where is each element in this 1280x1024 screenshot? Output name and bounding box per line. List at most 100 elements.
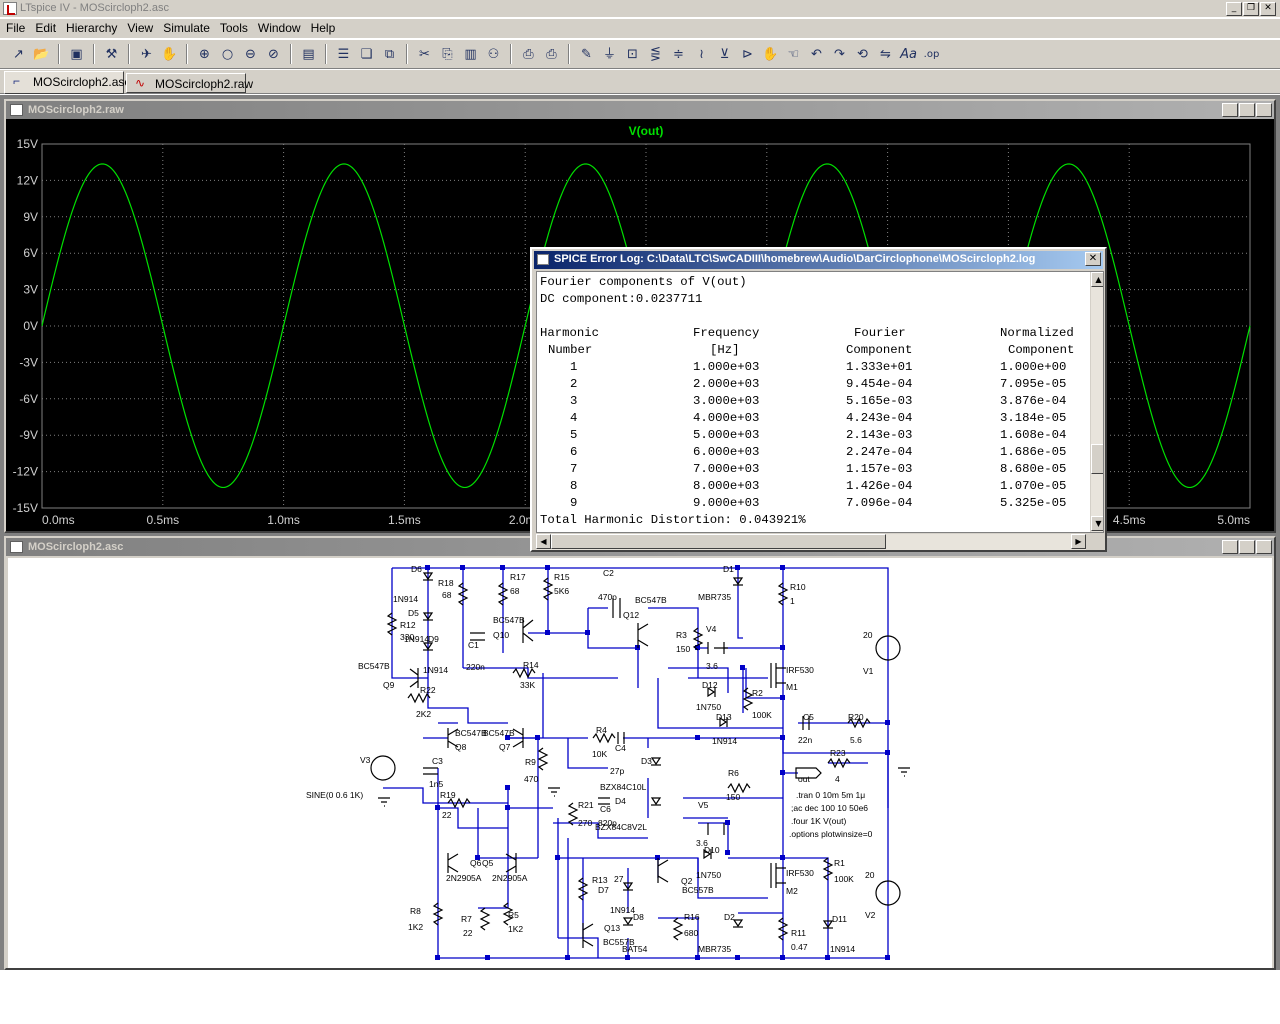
- schematic-label[interactable]: D7: [598, 885, 609, 895]
- schematic-label[interactable]: IRF530: [786, 868, 814, 878]
- menu-view[interactable]: View: [123, 19, 159, 38]
- schematic-label[interactable]: MBR735: [698, 592, 731, 602]
- save-icon[interactable]: ▣: [66, 44, 87, 65]
- menu-tools[interactable]: Tools: [216, 19, 254, 38]
- draw-wire-icon[interactable]: ✎: [576, 44, 597, 65]
- redo-icon[interactable]: ↷: [829, 44, 850, 65]
- schematic-window[interactable]: MOScircloph2.asc _ ❐ ✕ D6 R18 68 R17 68 …: [4, 536, 1276, 970]
- schematic-label[interactable]: R22: [420, 685, 436, 695]
- schematic-label[interactable]: 1N750: [696, 870, 721, 880]
- schematic-label[interactable]: V1: [863, 666, 874, 676]
- schematic-label[interactable]: R20: [848, 712, 864, 722]
- schematic-minimize-button[interactable]: _: [1222, 540, 1238, 554]
- schematic-label[interactable]: D6: [411, 564, 422, 574]
- schematic-label[interactable]: R17: [510, 572, 526, 582]
- schematic-label[interactable]: BC547B: [493, 615, 525, 625]
- schematic-label[interactable]: ;ac dec 100 10 50e6: [791, 803, 868, 813]
- minimize-button[interactable]: _: [1226, 2, 1242, 16]
- schematic-label[interactable]: 680: [684, 928, 698, 938]
- schematic-label[interactable]: R9: [525, 757, 536, 767]
- schematic-label[interactable]: V2: [865, 910, 876, 920]
- schematic-label[interactable]: R4: [596, 725, 607, 735]
- schematic-label[interactable]: 2K2: [416, 709, 431, 719]
- schematic-label[interactable]: 1N750: [696, 702, 721, 712]
- vertical-scroll-thumb[interactable]: [1091, 444, 1103, 474]
- schematic-wires[interactable]: [383, 567, 889, 959]
- schematic-label[interactable]: Q6: [470, 858, 482, 868]
- schematic-label[interactable]: C1: [468, 640, 479, 650]
- cut-icon[interactable]: ✂: [414, 44, 435, 65]
- schematic-label[interactable]: MBR735: [698, 944, 731, 954]
- schematic-label[interactable]: R7: [461, 914, 472, 924]
- schematic-label[interactable]: 10K: [592, 749, 607, 759]
- schematic-label[interactable]: BZX84C8V2L: [595, 822, 647, 832]
- schematic-label[interactable]: 470: [524, 774, 538, 784]
- schematic-label[interactable]: 22: [463, 928, 473, 938]
- inductor-icon[interactable]: ≀: [691, 44, 712, 65]
- schematic-label[interactable]: D11: [832, 914, 847, 924]
- move-icon[interactable]: ✋: [760, 44, 781, 65]
- schematic-label[interactable]: 100K: [752, 710, 772, 720]
- schematic-canvas[interactable]: D6 R18 68 R17 68 R15 5K6 C2 470p Q12 BC547B D1 MBR73…: [8, 558, 1272, 968]
- schematic-label[interactable]: 20: [863, 630, 873, 640]
- scroll-up-arrow-icon[interactable]: ▲: [1091, 272, 1103, 287]
- schematic-label[interactable]: V5: [698, 800, 709, 810]
- app-title-bar[interactable]: LTspice IV - MOScircloph2.asc _ ❐ ✕: [0, 0, 1280, 18]
- trace-label-vout[interactable]: V(out): [629, 124, 664, 138]
- print-setup-icon[interactable]: ⎙: [518, 44, 539, 65]
- schematic-label[interactable]: R11: [791, 928, 806, 938]
- schematic-label[interactable]: D4: [615, 796, 626, 806]
- schematic-label[interactable]: 2N2905A: [446, 873, 482, 883]
- schematic-label[interactable]: BC557B: [682, 885, 714, 895]
- schematic-label[interactable]: R15: [554, 572, 570, 582]
- schematic-label[interactable]: 1N914: [830, 944, 855, 954]
- schematic-label[interactable]: 5K6: [554, 586, 569, 596]
- spice-directive-icon[interactable]: .op: [921, 44, 942, 65]
- schematic-label[interactable]: 22n: [798, 735, 812, 745]
- error-log-vertical-scrollbar[interactable]: ▲ ▼: [1090, 272, 1103, 532]
- run-icon[interactable]: ✈: [136, 44, 157, 65]
- schematic-label[interactable]: 22: [442, 810, 452, 820]
- schematic-label[interactable]: Q9: [383, 680, 395, 690]
- resistor-icon[interactable]: ⋚: [645, 44, 666, 65]
- schematic-restore-button[interactable]: ❐: [1239, 540, 1255, 554]
- schematic-label[interactable]: R13: [592, 875, 608, 885]
- schematic-label[interactable]: 68: [510, 586, 520, 596]
- error-log-caption[interactable]: SPICE Error Log: C:\Data\LTC\SwCADIII\ho…: [534, 251, 1103, 269]
- schematic-label[interactable]: R5: [508, 910, 519, 920]
- schematic-label[interactable]: 270: [578, 818, 592, 828]
- schematic-label[interactable]: BC547B: [358, 661, 390, 671]
- schematic-label[interactable]: V4: [706, 624, 717, 634]
- menu-simulate[interactable]: Simulate: [159, 19, 216, 38]
- schematic-label[interactable]: 1n5: [429, 779, 443, 789]
- schematic-label[interactable]: 0.47: [791, 942, 808, 952]
- halt-icon[interactable]: ✋: [159, 44, 180, 65]
- schematic-label[interactable]: D10: [704, 845, 720, 855]
- find-icon[interactable]: ⚇: [483, 44, 504, 65]
- schematic-label[interactable]: Q12: [623, 610, 639, 620]
- schematic-label[interactable]: R21: [578, 800, 594, 810]
- schematic-label[interactable]: 470p: [598, 592, 617, 602]
- print-icon[interactable]: ⎙: [541, 44, 562, 65]
- schematic-label[interactable]: D2: [724, 912, 735, 922]
- restore-button[interactable]: ❐: [1243, 2, 1259, 16]
- schematic-label[interactable]: out: [798, 774, 810, 784]
- capacitor-icon[interactable]: ≑: [668, 44, 689, 65]
- schematic-label[interactable]: 1N914: [712, 736, 737, 746]
- drag-icon[interactable]: ☜: [783, 44, 804, 65]
- rotate-icon[interactable]: ⟲: [852, 44, 873, 65]
- schematic-label[interactable]: R10: [790, 582, 806, 592]
- schematic-label[interactable]: D13: [716, 712, 732, 722]
- schematic-label[interactable]: R2: [752, 688, 763, 698]
- control-panel-icon[interactable]: ⚒: [101, 44, 122, 65]
- scroll-right-arrow-icon[interactable]: ▶: [1071, 534, 1086, 549]
- schematic-label[interactable]: M1: [786, 682, 798, 692]
- horizontal-scroll-thumb[interactable]: [551, 534, 886, 549]
- schematic-label[interactable]: Q7: [499, 742, 511, 752]
- label-net-icon[interactable]: ⊡: [622, 44, 643, 65]
- error-log-horizontal-scrollbar[interactable]: ◀ ▶: [536, 534, 1086, 550]
- waveform-restore-button[interactable]: ❐: [1239, 103, 1255, 117]
- schematic-label[interactable]: .four 1K V(out): [791, 816, 846, 826]
- menu-help[interactable]: Help: [307, 19, 342, 38]
- schematic-label[interactable]: 33K: [520, 680, 535, 690]
